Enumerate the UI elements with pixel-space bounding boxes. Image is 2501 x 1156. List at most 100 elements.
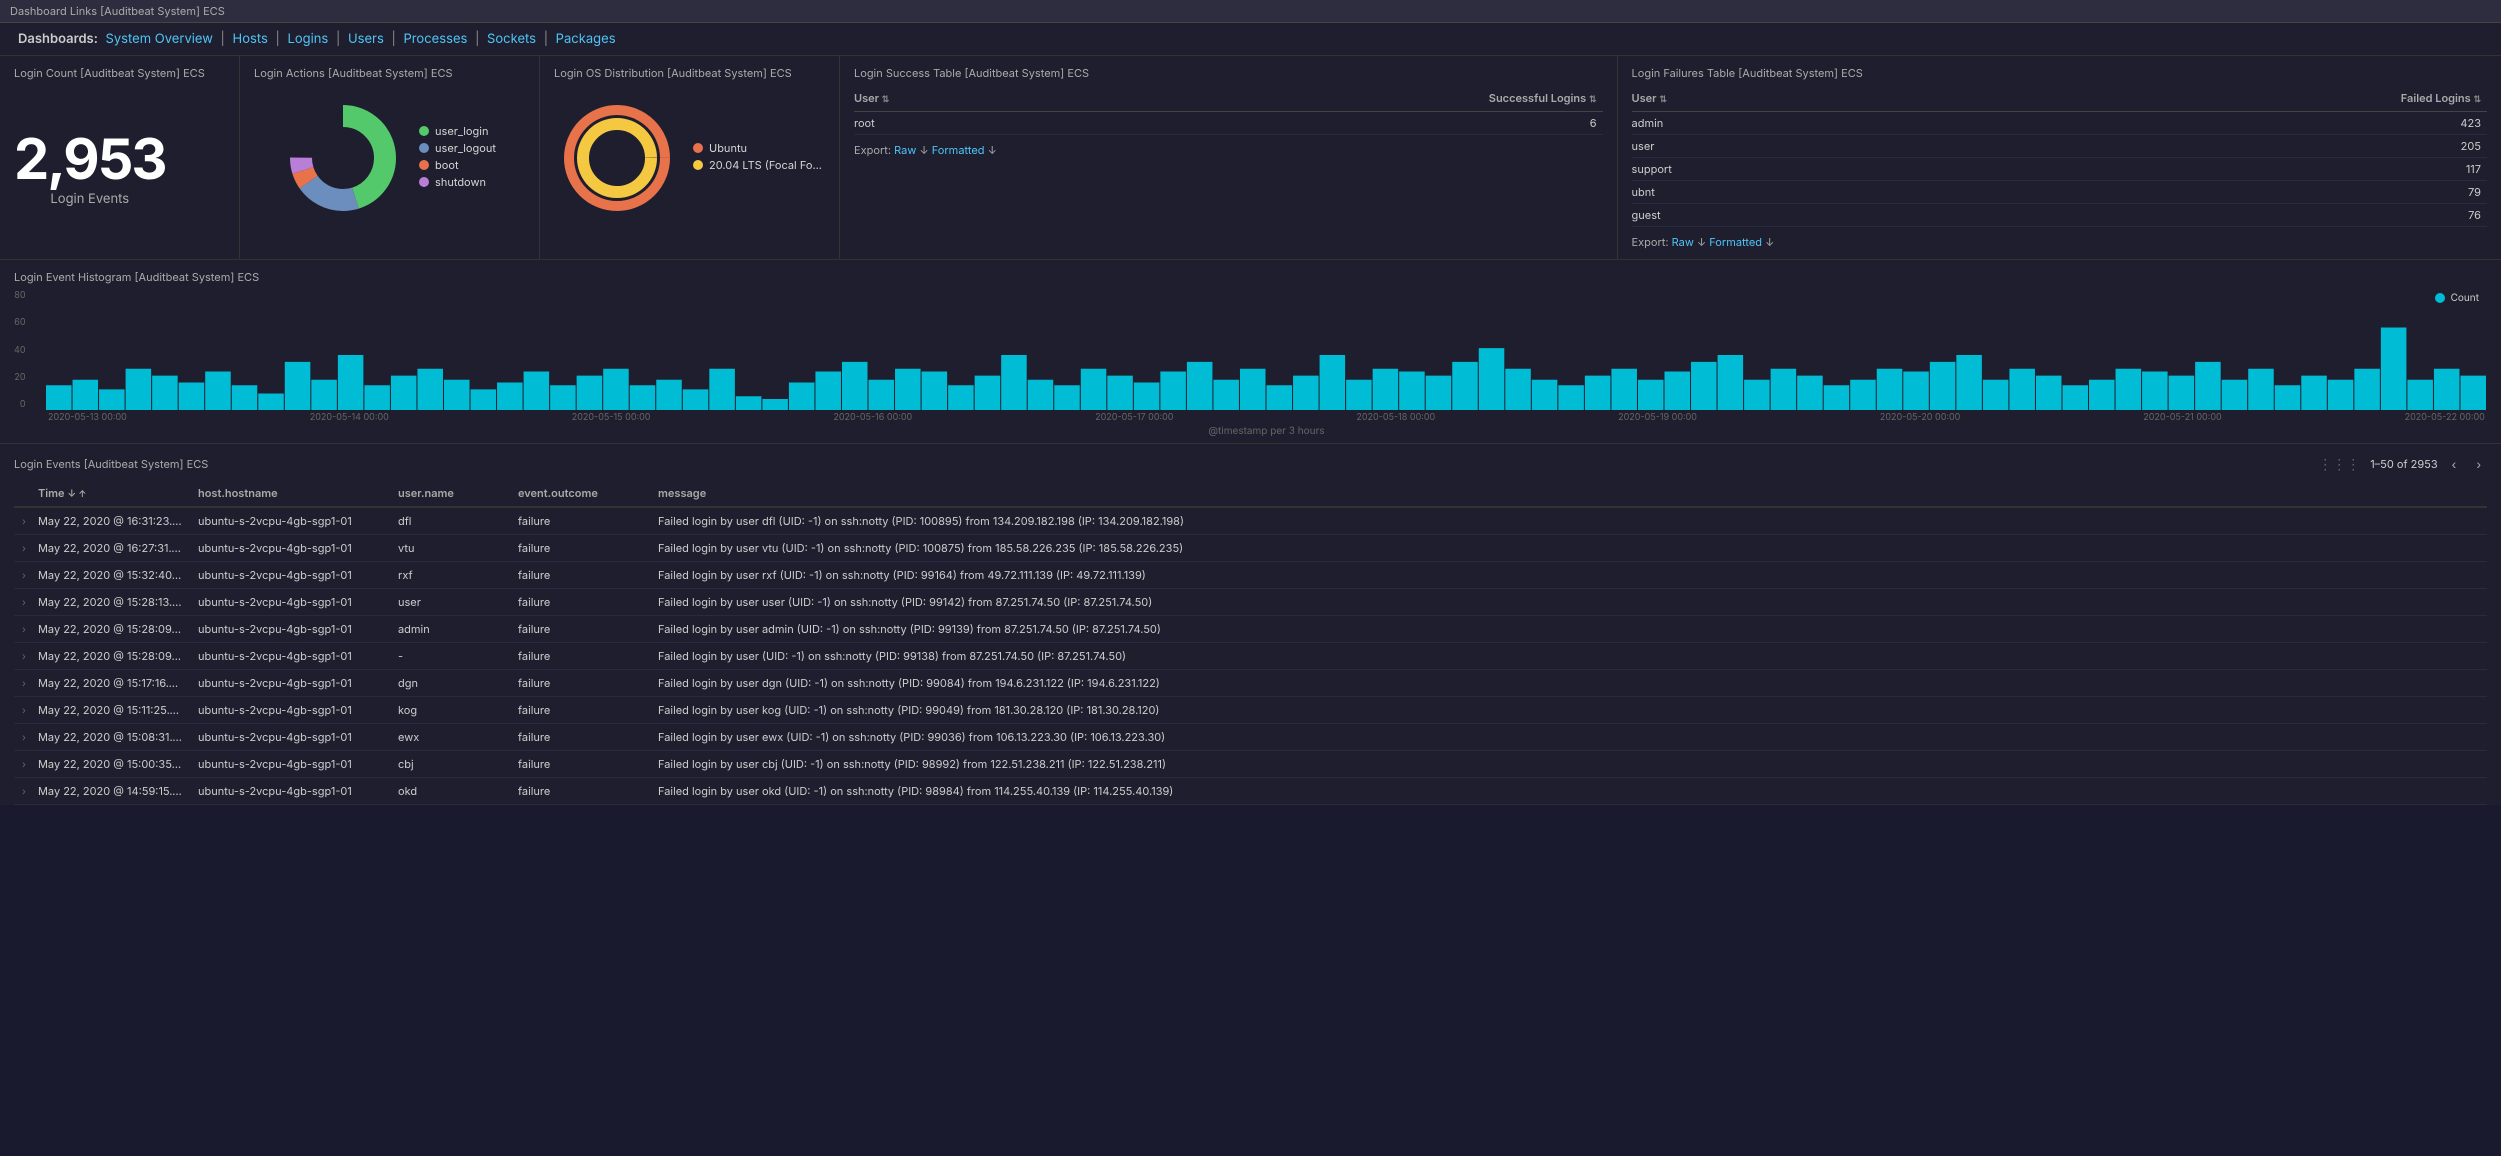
login-os-legend: Ubuntu 20.04 LTS (Focal Fo... <box>693 141 822 175</box>
success-col-logins[interactable]: Successful Logins ⇅ <box>1054 88 1603 112</box>
failures-col-user[interactable]: User ⇅ <box>1632 88 1931 112</box>
bar-44 <box>1213 380 1239 410</box>
bar-26 <box>736 396 762 410</box>
expand-arrow-7[interactable]: › <box>22 705 26 717</box>
x-label: 2020-05-16 00:00 <box>833 412 912 423</box>
pagination-next[interactable]: › <box>2470 454 2487 474</box>
bar-51 <box>1399 372 1425 411</box>
success-export: Export: Raw ↓ Formatted ↓ <box>854 143 1603 157</box>
bar-28 <box>789 383 815 411</box>
bar-50 <box>1373 369 1399 410</box>
bar-49 <box>1346 380 1372 410</box>
success-export-raw[interactable]: Raw <box>894 143 916 157</box>
success-export-formatted[interactable]: Formatted <box>932 143 985 157</box>
bar-43 <box>1187 362 1213 410</box>
bar-22 <box>630 385 656 410</box>
x-label: 2020-05-21 00:00 <box>2143 412 2221 423</box>
bar-37 <box>1028 380 1054 410</box>
nav-system-overview[interactable]: System Overview <box>106 31 213 47</box>
expand-arrow-6[interactable]: › <box>22 678 26 690</box>
bar-6 <box>205 372 231 411</box>
events-table: Time ↓ host.hostname user.name event.out… <box>14 480 2487 805</box>
events-controls: ⋮⋮⋮ 1–50 of 2953 ‹ › <box>2318 454 2487 474</box>
bar-76 <box>2062 385 2088 410</box>
pagination-text: 1–50 of 2953 <box>2370 457 2437 471</box>
nav-sockets[interactable]: Sockets <box>487 31 536 47</box>
event-row-6: › May 22, 2020 @ 15:17:16.000 ubuntu-s-2… <box>14 670 2487 697</box>
failures-export-raw[interactable]: Raw <box>1672 235 1694 249</box>
col-message-header[interactable]: message <box>650 480 2487 507</box>
bar-41 <box>1134 383 1160 411</box>
expand-arrow-3[interactable]: › <box>22 597 26 609</box>
expand-arrow-0[interactable]: › <box>22 516 26 528</box>
col-host-header[interactable]: host.hostname <box>190 480 390 507</box>
pagination-info: 1–50 of 2953 ‹ › <box>2370 454 2487 474</box>
nav-processes[interactable]: Processes <box>403 31 467 47</box>
bar-36 <box>1001 355 1027 410</box>
bar-46 <box>1267 385 1293 410</box>
nav-users[interactable]: Users <box>348 31 384 47</box>
nav-packages[interactable]: Packages <box>556 31 616 47</box>
bar-54 <box>1479 348 1505 410</box>
x-label: 2020-05-20 00:00 <box>1880 412 1960 423</box>
nav-hosts[interactable]: Hosts <box>233 31 268 47</box>
bar-19 <box>550 385 576 410</box>
login-success-panel: Login Success Table [Auditbeat System] E… <box>840 56 1618 259</box>
success-row-0: root 6 <box>854 112 1603 135</box>
expand-arrow-2[interactable]: › <box>22 570 26 582</box>
bar-30 <box>842 362 868 410</box>
bar-29 <box>815 372 841 411</box>
more-options-icon[interactable]: ⋮⋮⋮ <box>2318 456 2360 473</box>
expand-arrow-4[interactable]: › <box>22 624 26 636</box>
bar-86 <box>2328 380 2354 410</box>
bar-56 <box>1532 380 1558 410</box>
failure-row-0: admin423 <box>1632 112 2487 135</box>
bar-42 <box>1160 372 1186 411</box>
expand-arrow-1[interactable]: › <box>22 543 26 555</box>
bar-75 <box>2036 376 2062 410</box>
bar-81 <box>2195 362 2221 410</box>
failures-table: User ⇅ Failed Logins ⇅ admin423user205su… <box>1632 88 2487 227</box>
col-user-header[interactable]: user.name <box>390 480 510 507</box>
bar-83 <box>2248 369 2274 410</box>
failure-row-4: guest76 <box>1632 204 2487 227</box>
bar-33 <box>922 372 948 411</box>
bar-90 <box>2434 369 2460 410</box>
bar-87 <box>2354 369 2380 410</box>
dashboards-label: Dashboards: <box>18 31 98 47</box>
expand-arrow-10[interactable]: › <box>22 786 26 798</box>
event-row-9: › May 22, 2020 @ 15:00:35.000 ubuntu-s-2… <box>14 751 2487 778</box>
bar-84 <box>2275 385 2301 410</box>
bar-48 <box>1320 355 1346 410</box>
login-count-value: 2,953 <box>14 131 166 187</box>
col-time-header[interactable]: Time ↓ <box>30 480 190 507</box>
histogram-panel: Login Event Histogram [Auditbeat System]… <box>0 260 2501 444</box>
bar-0 <box>46 385 72 410</box>
bar-73 <box>1983 380 2009 410</box>
bar-58 <box>1585 376 1611 410</box>
login-count-label: Login Events <box>50 191 129 207</box>
window-title: Dashboard Links [Auditbeat System] ECS <box>0 0 2501 23</box>
expand-arrow-5[interactable]: › <box>22 651 26 663</box>
failures-export-formatted[interactable]: Formatted <box>1709 235 1762 249</box>
bar-12 <box>364 385 390 410</box>
histogram-x-labels: 2020-05-13 00:002020-05-14 00:002020-05-… <box>46 412 2487 423</box>
bar-60 <box>1638 380 1664 410</box>
bar-15 <box>444 380 470 410</box>
event-row-8: › May 22, 2020 @ 15:08:31.000 ubuntu-s-2… <box>14 724 2487 751</box>
col-outcome-header[interactable]: event.outcome <box>510 480 650 507</box>
bar-82 <box>2222 380 2248 410</box>
bar-62 <box>1691 362 1717 410</box>
expand-arrow-8[interactable]: › <box>22 732 26 744</box>
success-table: User ⇅ Successful Logins ⇅ root 6 <box>854 88 1603 135</box>
bar-27 <box>762 399 788 410</box>
bar-61 <box>1664 372 1690 411</box>
events-title: Login Events [Auditbeat System] ECS <box>14 457 208 471</box>
expand-arrow-9[interactable]: › <box>22 759 26 771</box>
bar-24 <box>683 389 709 410</box>
success-col-user[interactable]: User ⇅ <box>854 88 1054 112</box>
nav-logins[interactable]: Logins <box>287 31 328 47</box>
bar-89 <box>2407 380 2433 410</box>
pagination-prev[interactable]: ‹ <box>2446 454 2463 474</box>
failures-col-logins[interactable]: Failed Logins ⇅ <box>1930 88 2487 112</box>
